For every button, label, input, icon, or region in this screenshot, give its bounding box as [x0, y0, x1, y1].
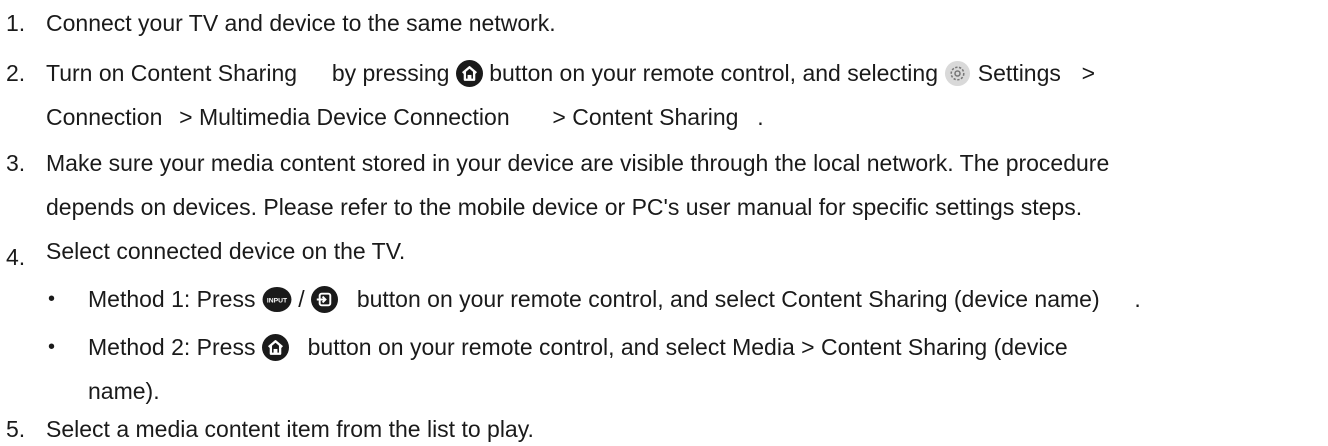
step-text: Select a media content item from the lis… — [46, 416, 534, 442]
step-text: Make sure your media content stored in y… — [46, 150, 1110, 176]
step-text: Select connected device on the TV. — [46, 238, 406, 264]
step-number: 5. — [6, 416, 26, 442]
method-1-press-text: Method 1: Press — [88, 286, 256, 312]
bullet: • — [48, 288, 56, 310]
method-2-press-text: Method 2: Press — [88, 334, 256, 360]
method-1-instruction: button on your remote control, and selec… — [356, 286, 1100, 312]
by-pressing-text: by pressing — [331, 60, 450, 86]
settings-label: Settings — [977, 60, 1061, 86]
step-number: 3. — [6, 150, 26, 176]
home-icon — [261, 334, 289, 361]
step-text: depends on devices. Please refer to the … — [46, 194, 1083, 220]
button-on-remote-text: button on your remote control, and selec… — [489, 60, 938, 86]
method-text: name). — [88, 378, 160, 404]
settings-gear-icon — [944, 60, 971, 87]
multimedia-device-connection-label: > Multimedia Device Connection — [179, 104, 510, 130]
input-label: INPUT — [267, 297, 288, 304]
content-sharing-path-label: > Content Sharing — [552, 104, 739, 130]
arrow-separator: > — [1081, 60, 1096, 86]
input-source-icon — [311, 286, 339, 313]
step-number: 4. — [6, 244, 26, 270]
method-2-instruction: button on your remote control, and selec… — [307, 334, 1068, 360]
period: . — [757, 104, 764, 130]
method-2-continued: name). — [88, 374, 160, 408]
step-text: Connect your TV and device to the same n… — [46, 10, 556, 36]
step-text: Turn on Content Sharing by pressing butt… — [46, 56, 1095, 90]
home-icon — [455, 60, 483, 87]
content-sharing-label: Turn on Content Sharing — [46, 60, 298, 86]
step-number: 2. — [6, 60, 26, 86]
input-button-icon: INPUT — [262, 286, 292, 313]
connection-label: Connection — [46, 104, 163, 130]
step-number: 1. — [6, 10, 26, 36]
method-text: Method 2: Press button on your remote co… — [88, 330, 1068, 364]
period: . — [1134, 286, 1141, 312]
slash: / — [298, 286, 305, 312]
bullet: • — [48, 336, 56, 358]
step-3-continued: depends on devices. Please refer to the … — [46, 190, 1082, 224]
step-2-continued: Connection > Multimedia Device Connectio… — [46, 100, 764, 134]
method-text: Method 1: Press INPUT / button on your r… — [88, 282, 1141, 316]
